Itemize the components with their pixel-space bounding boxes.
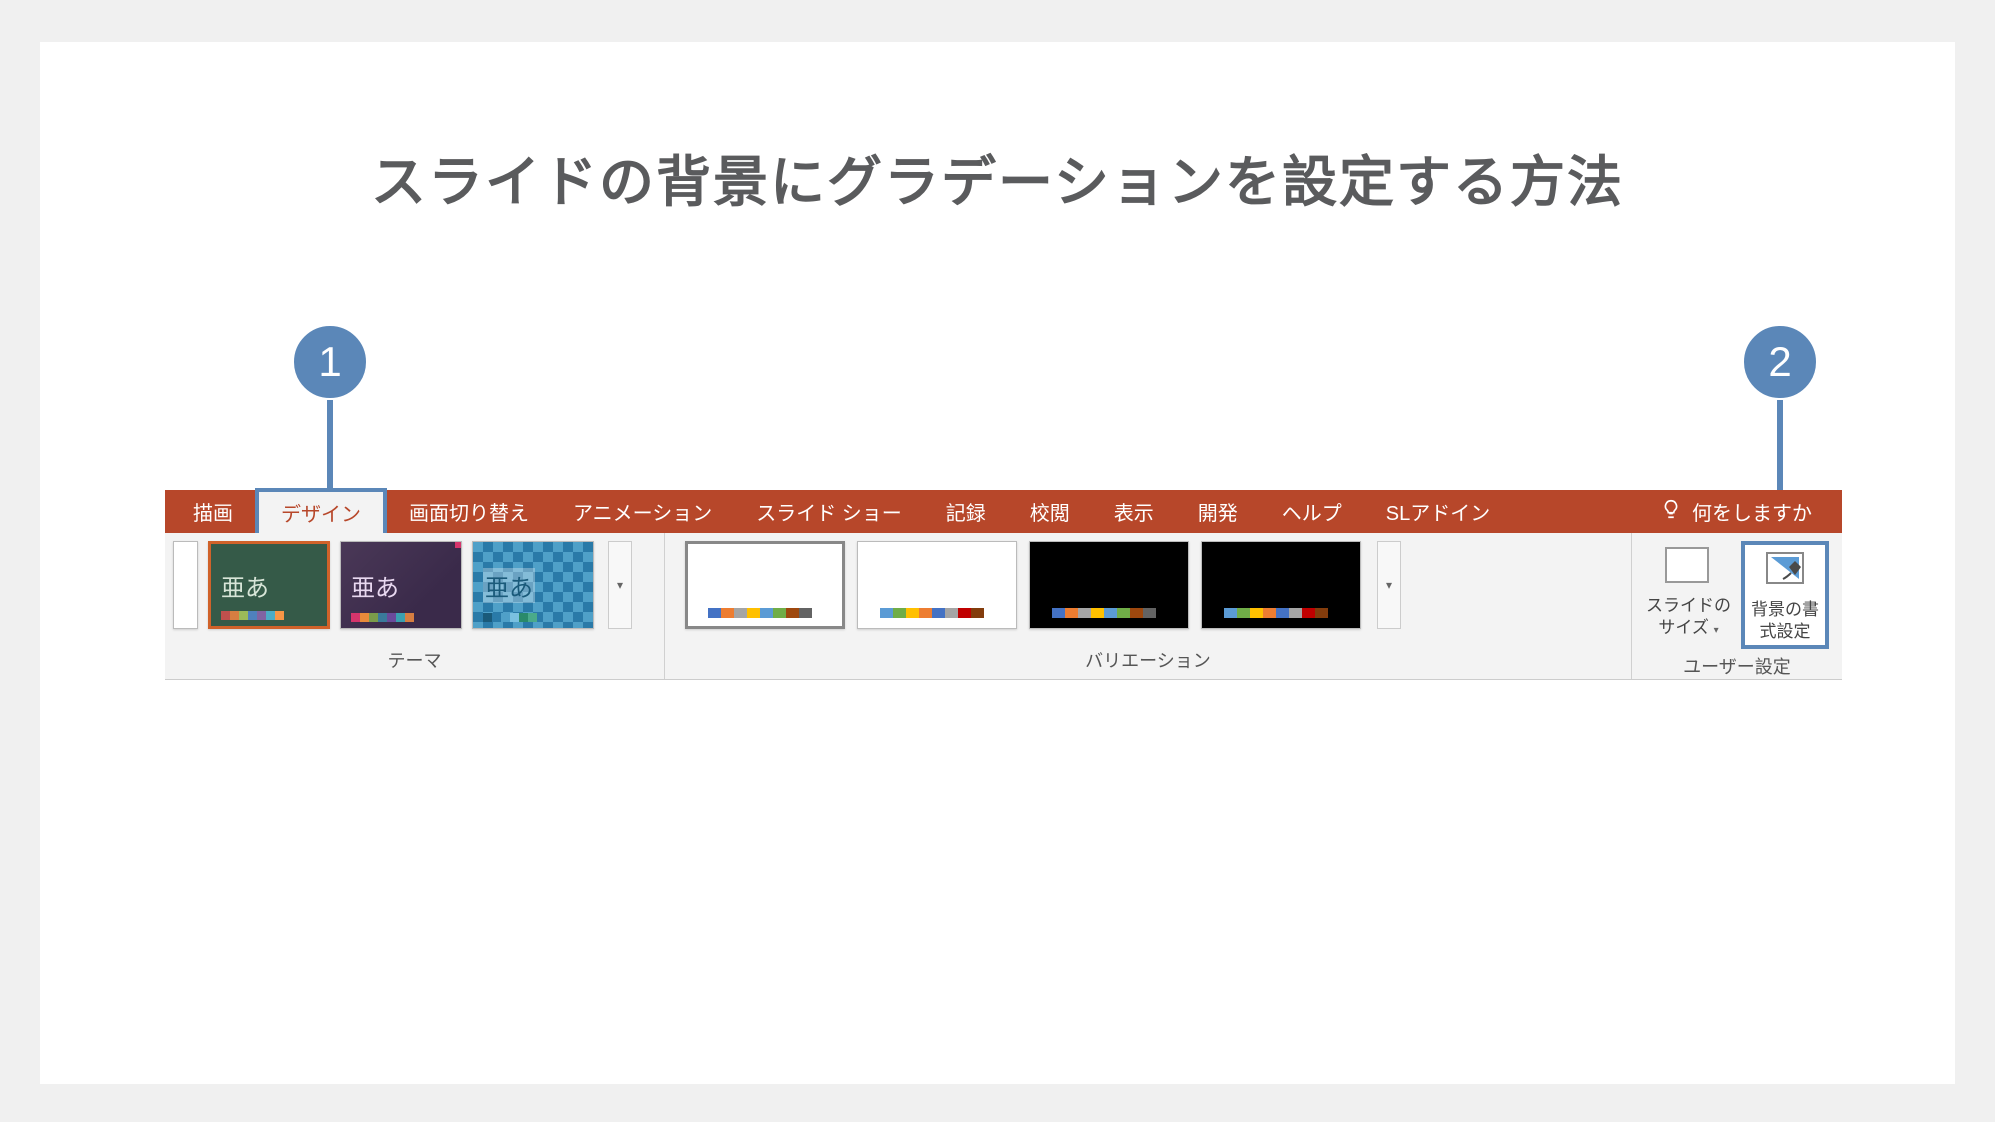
tab-design[interactable]: デザイン	[255, 488, 387, 533]
tab-help[interactable]: ヘルプ	[1260, 490, 1364, 533]
section-themes: 亜あ 亜あ	[165, 533, 665, 679]
tell-me-search[interactable]: 何をしますか	[1660, 497, 1842, 526]
variation-thumb-1[interactable]	[685, 541, 845, 629]
dropdown-arrow-icon: ▾	[1386, 542, 1392, 628]
theme-sample-text: 亜あ	[483, 568, 535, 603]
section-label-variations: バリエーション	[665, 643, 1631, 679]
chevron-down-icon: ▾	[1714, 625, 1719, 636]
ribbon-tabs: 描画 デザイン 画面切り替え アニメーション スライド ショー 記録 校閲 表示…	[165, 490, 1842, 533]
tab-transitions[interactable]: 画面切り替え	[387, 490, 551, 533]
dropdown-arrow-icon: ▾	[617, 542, 623, 628]
page-title: スライドの背景にグラデーションを設定する方法	[40, 137, 1955, 217]
tab-view[interactable]: 表示	[1092, 490, 1176, 533]
theme-sample-text: 亜あ	[221, 568, 269, 603]
format-background-icon	[1761, 547, 1809, 595]
slide-size-icon	[1665, 543, 1713, 591]
theme-gallery-more[interactable]: ▾	[608, 541, 632, 629]
color-strip-icon	[483, 613, 537, 622]
tab-review[interactable]: 校閲	[1008, 490, 1092, 533]
format-background-label: 背景の書 式設定	[1751, 599, 1819, 643]
color-strip-icon	[880, 608, 984, 618]
callout-2: 2	[1740, 322, 1820, 402]
slide-page: スライドの背景にグラデーションを設定する方法 1 2 描画 デザイン 画面切り替…	[40, 42, 1955, 1084]
tab-record[interactable]: 記録	[924, 490, 1008, 533]
theme-sample-text: 亜あ	[351, 568, 399, 603]
color-strip-icon	[1052, 608, 1156, 618]
tab-animations[interactable]: アニメーション	[551, 490, 734, 533]
variation-gallery: ▾	[685, 541, 1401, 629]
theme-thumb-2[interactable]: 亜あ	[340, 541, 462, 629]
format-background-button[interactable]: 背景の書 式設定	[1741, 541, 1829, 649]
theme-gallery: 亜あ 亜あ	[173, 541, 632, 629]
theme-thumb-cropped[interactable]	[173, 541, 198, 629]
slide-size-button[interactable]: スライドの サイズ ▾	[1640, 541, 1737, 641]
tab-slideshow[interactable]: スライド ショー	[734, 490, 924, 533]
section-label-customize: ユーザー設定	[1632, 649, 1842, 685]
ribbon-content: 亜あ 亜あ	[165, 533, 1842, 680]
theme-thumb-3[interactable]: 亜あ	[472, 541, 594, 629]
callout-2-label: 2	[1768, 338, 1791, 386]
variation-thumb-3[interactable]	[1029, 541, 1189, 629]
tell-me-label: 何をしますか	[1692, 497, 1812, 526]
theme-thumb-1[interactable]: 亜あ	[208, 541, 330, 629]
variation-thumb-2[interactable]	[857, 541, 1017, 629]
tab-sladdin[interactable]: SLアドイン	[1364, 490, 1512, 533]
color-strip-icon	[1224, 608, 1328, 618]
callout-1-label: 1	[318, 338, 341, 386]
section-label-themes: テーマ	[165, 643, 664, 679]
color-strip-icon	[351, 613, 414, 622]
section-customize: スライドの サイズ ▾ 背景の書 式設定	[1632, 533, 1842, 679]
slide-size-label: スライドの サイズ ▾	[1646, 595, 1731, 639]
tab-developer[interactable]: 開発	[1176, 490, 1260, 533]
color-strip-icon	[221, 611, 284, 620]
lightbulb-icon	[1660, 498, 1682, 526]
callout-line-1	[327, 400, 333, 490]
variation-gallery-more[interactable]: ▾	[1377, 541, 1401, 629]
callout-1: 1	[290, 322, 370, 402]
tab-draw[interactable]: 描画	[165, 490, 255, 533]
ribbon: 描画 デザイン 画面切り替え アニメーション スライド ショー 記録 校閲 表示…	[165, 490, 1842, 680]
section-variations: ▾ バリエーション	[665, 533, 1632, 679]
color-strip-icon	[708, 608, 812, 618]
variation-thumb-4[interactable]	[1201, 541, 1361, 629]
